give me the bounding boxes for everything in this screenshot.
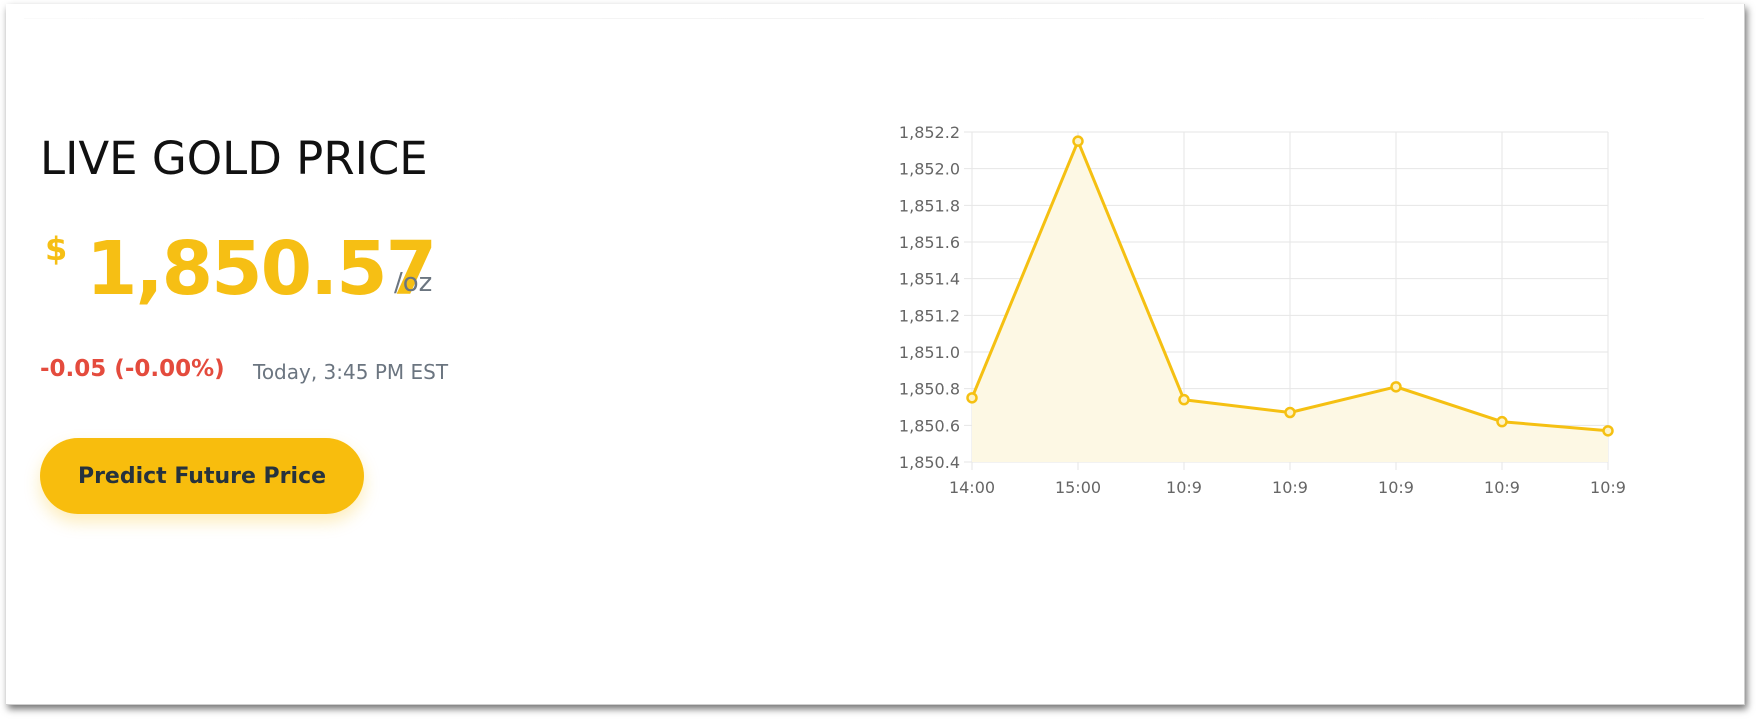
predict-future-price-button[interactable]: Predict Future Price: [40, 438, 364, 514]
y-tick-label: 1,852.2: [899, 124, 960, 142]
x-axis-ticks: 14:00 15:00 10:9 10:9 10:9 10:9 10:9: [949, 478, 1626, 497]
x-tick-label: 10:9: [1272, 478, 1308, 497]
y-tick-label: 1,851.8: [899, 196, 960, 215]
page-title: LIVE GOLD PRICE: [40, 132, 428, 185]
y-tick-label: 1,851.2: [899, 306, 960, 325]
data-point: [1178, 393, 1190, 406]
price-change: -0.05 (-0.00%): [40, 356, 225, 382]
data-point: [1390, 381, 1402, 393]
x-tick-label: 15:00: [1055, 478, 1101, 497]
top-divider: [24, 18, 1704, 19]
x-tick-label: 10:9: [1484, 478, 1520, 497]
data-point: [966, 392, 978, 404]
currency-symbol: $: [45, 230, 68, 268]
data-point: [1284, 406, 1296, 419]
y-tick-label: 1,850.4: [899, 453, 960, 472]
y-tick-label: 1,852.0: [899, 160, 960, 179]
gold-price-card: LIVE GOLD PRICE $ 1,850.57 /oz -0.05 (-0…: [6, 4, 1745, 705]
data-point: [1602, 425, 1614, 437]
x-tick-label: 10:9: [1378, 478, 1414, 497]
y-tick-label: 1,851.0: [899, 343, 960, 362]
price-unit: /oz: [394, 268, 433, 298]
y-tick-label: 1,850.8: [899, 380, 960, 399]
y-axis-ticks: 1,852.2 1,852.0 1,851.8 1,851.6 1,851.4 1,851…: [899, 124, 960, 472]
y-tick-label: 1,851.4: [899, 270, 960, 289]
x-tick-label: 14:00: [949, 478, 995, 497]
x-tick-label: 10:9: [1590, 478, 1626, 497]
x-tick-label: 10:9: [1166, 478, 1202, 497]
y-tick-label: 1,851.6: [899, 233, 960, 252]
price-timestamp: Today, 3:45 PM EST: [253, 360, 449, 384]
data-point: [1072, 135, 1084, 147]
price-value: 1,850.57: [86, 226, 437, 312]
gold-price-chart: 1,852.2 1,852.0 1,851.8 1,851.6 1,851.4 1,851…: [899, 124, 1626, 497]
data-point: [1496, 415, 1508, 428]
y-tick-label: 1,850.6: [899, 416, 960, 435]
